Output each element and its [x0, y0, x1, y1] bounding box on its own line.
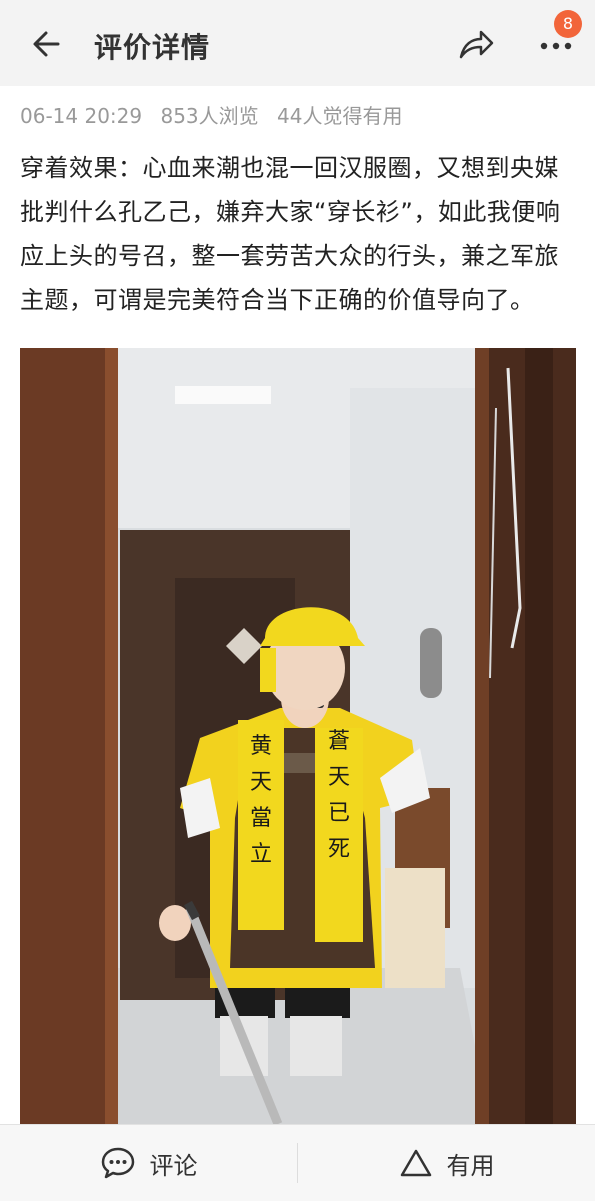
useful-button[interactable]: 有用 — [298, 1125, 595, 1201]
mirror-selfie-image: 黄天當立 蒼天已死 — [20, 348, 576, 1124]
useful-count: 44人觉得有用 — [277, 104, 403, 128]
triangle-upvote-icon — [400, 1149, 431, 1177]
bottom-action-bar: 评论 有用 — [0, 1124, 595, 1201]
back-arrow-icon[interactable] — [28, 24, 64, 64]
comment-bubble-icon — [101, 1147, 134, 1179]
share-icon[interactable] — [456, 24, 496, 64]
review-meta: 06-14 20:29 853人浏览 44人觉得有用 — [20, 100, 414, 129]
top-bar: 评价详情 8 — [0, 0, 595, 86]
page-title: 评价详情 — [94, 31, 211, 64]
review-photo[interactable]: 黄天當立 蒼天已死 — [20, 348, 576, 1124]
review-date: 06-14 20:29 — [20, 104, 143, 128]
comment-label: 评论 — [149, 1151, 198, 1180]
comment-button[interactable]: 评论 — [0, 1125, 297, 1201]
notification-badge: 8 — [554, 10, 582, 38]
review-text: 穿着效果：心血来潮也混一回汉服圈，又想到央媒批判什么孔乙己，嫌弃大家“穿长衫”，… — [20, 154, 561, 314]
useful-label: 有用 — [446, 1151, 495, 1180]
view-count: 853人浏览 — [160, 104, 259, 128]
